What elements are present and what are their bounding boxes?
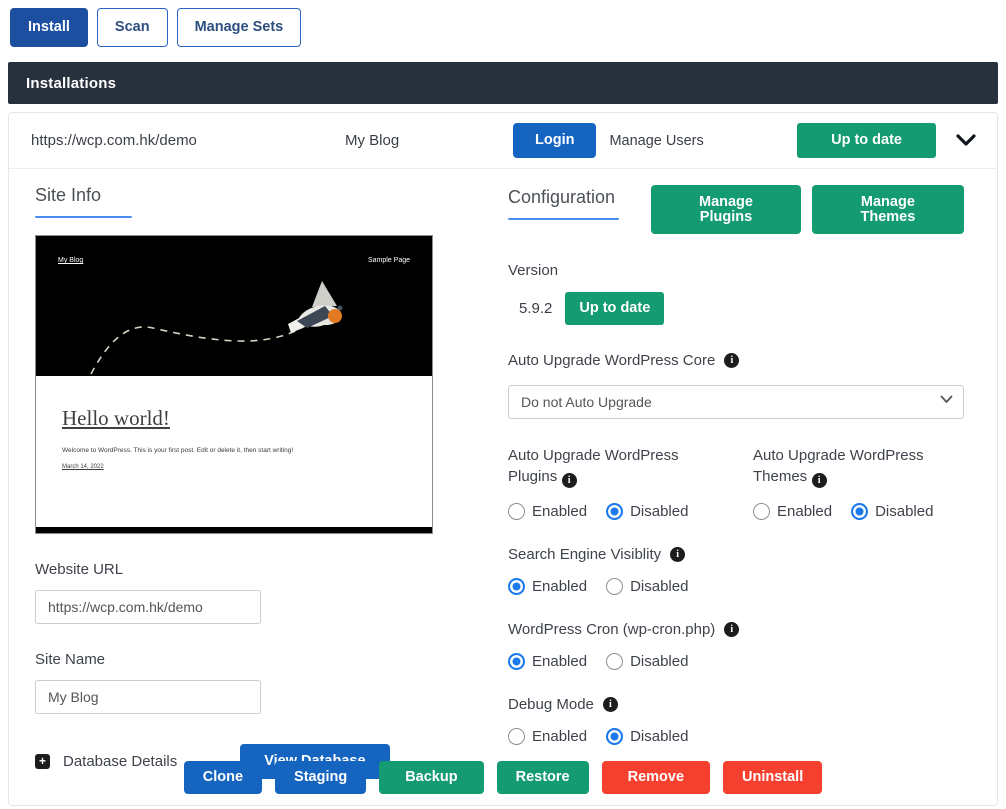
site-name-input[interactable]	[35, 680, 261, 714]
info-icon[interactable]: i	[562, 473, 577, 488]
site-info-panel: Site Info My Blog Sample Page	[9, 169, 508, 779]
login-button[interactable]: Login	[513, 123, 596, 158]
debug-disabled-option[interactable]: Disabled	[606, 728, 688, 745]
scan-button[interactable]: Scan	[97, 8, 168, 47]
installation-card: https://wcp.com.hk/demo My Blog Login Ma…	[8, 112, 998, 806]
staging-button[interactable]: Staging	[275, 761, 366, 795]
search-engine-enabled-radio[interactable]	[508, 578, 525, 595]
preview-post-date: March 14, 2022	[62, 464, 104, 470]
auto-upgrade-groups: Auto Upgrade WordPress Plugins i Enabled…	[508, 445, 964, 520]
version-label: Version	[508, 262, 964, 279]
auto-upgrade-core-label: Auto Upgrade WordPress Core	[508, 352, 715, 369]
site-info-title: Site Info	[35, 185, 508, 206]
preview-site-title-link: My Blog	[58, 257, 83, 264]
installation-site-name: My Blog	[345, 132, 513, 149]
debug-disabled-radio[interactable]	[606, 728, 623, 745]
chevron-down-icon[interactable]	[955, 133, 977, 148]
themes-enabled-option[interactable]: Enabled	[753, 503, 832, 520]
version-row: 5.9.2 Up to date	[508, 292, 964, 325]
installations-title: Installations	[26, 75, 116, 92]
manage-plugins-button[interactable]: Manage Plugins	[651, 185, 801, 234]
plugins-enabled-radio[interactable]	[508, 503, 525, 520]
plugins-disabled-radio[interactable]	[606, 503, 623, 520]
installation-row: https://wcp.com.hk/demo My Blog Login Ma…	[9, 113, 997, 169]
debug-mode-label: Debug Mode	[508, 696, 594, 713]
search-engine-disabled-option[interactable]: Disabled	[606, 578, 688, 595]
auto-upgrade-core-select[interactable]: Do not Auto Upgrade	[508, 385, 964, 419]
cron-label: WordPress Cron (wp-cron.php)	[508, 621, 715, 638]
auto-upgrade-plugins-label: Auto Upgrade WordPress Plugins	[508, 447, 679, 485]
auto-upgrade-plugins-group: Auto Upgrade WordPress Plugins i Enabled…	[508, 445, 753, 520]
plugins-disabled-option[interactable]: Disabled	[606, 503, 688, 520]
configuration-panel: Configuration Manage Plugins Manage Them…	[508, 169, 997, 779]
info-icon[interactable]: i	[603, 697, 618, 712]
installations-bar: Installations	[8, 62, 998, 104]
configuration-title: Configuration	[508, 187, 651, 208]
manage-users-link[interactable]: Manage Users	[609, 133, 703, 149]
cron-disabled-option[interactable]: Disabled	[606, 653, 688, 670]
preview-post-title: Hello world!	[62, 406, 406, 431]
status-up-to-date-button[interactable]: Up to date	[797, 123, 936, 158]
cron-enabled-radio[interactable]	[508, 653, 525, 670]
info-icon[interactable]: i	[724, 353, 739, 368]
backup-button[interactable]: Backup	[379, 761, 483, 795]
version-status-button[interactable]: Up to date	[565, 292, 664, 325]
website-url-input[interactable]	[35, 590, 261, 624]
auto-upgrade-core-heading: Auto Upgrade WordPress Core i	[508, 352, 964, 369]
info-icon[interactable]: i	[670, 547, 685, 562]
themes-enabled-radio[interactable]	[753, 503, 770, 520]
restore-button[interactable]: Restore	[497, 761, 589, 795]
preview-header: My Blog Sample Page	[36, 236, 432, 376]
remove-button[interactable]: Remove	[602, 761, 710, 795]
site-name-label: Site Name	[35, 651, 508, 668]
info-icon[interactable]: i	[812, 473, 827, 488]
search-engine-group: Search Engine Visiblity i Enabled Disabl…	[508, 546, 964, 595]
themes-disabled-radio[interactable]	[851, 503, 868, 520]
preview-footer	[36, 527, 432, 533]
site-preview-thumbnail[interactable]: My Blog Sample Page Hello world! Welcome…	[35, 235, 433, 534]
configuration-title-wrap: Configuration	[508, 185, 651, 220]
auto-upgrade-core-select-wrap: Do not Auto Upgrade	[508, 385, 964, 419]
themes-disabled-option[interactable]: Disabled	[851, 503, 933, 520]
cron-group: WordPress Cron (wp-cron.php) i Enabled D…	[508, 621, 964, 670]
search-engine-label: Search Engine Visiblity	[508, 546, 661, 563]
website-url-label: Website URL	[35, 561, 508, 578]
card-body: Site Info My Blog Sample Page	[9, 169, 997, 779]
search-engine-enabled-option[interactable]: Enabled	[508, 578, 587, 595]
clone-button[interactable]: Clone	[184, 761, 262, 795]
configuration-underline	[508, 218, 619, 220]
preview-nav-link: Sample Page	[368, 257, 410, 264]
action-buttons-row: Clone Staging Backup Restore Remove Unin…	[9, 761, 997, 795]
search-engine-disabled-radio[interactable]	[606, 578, 623, 595]
cron-disabled-radio[interactable]	[606, 653, 623, 670]
install-button[interactable]: Install	[10, 8, 88, 47]
plugins-enabled-option[interactable]: Enabled	[508, 503, 587, 520]
version-value: 5.9.2	[519, 300, 552, 317]
cron-enabled-option[interactable]: Enabled	[508, 653, 587, 670]
site-info-underline	[35, 216, 132, 218]
preview-body: Hello world! Welcome to WordPress. This …	[36, 376, 432, 473]
auto-upgrade-themes-label: Auto Upgrade WordPress Themes	[753, 447, 924, 485]
configuration-header: Configuration Manage Plugins Manage Them…	[508, 185, 964, 234]
preview-post-excerpt: Welcome to WordPress. This is your first…	[62, 447, 406, 454]
debug-enabled-radio[interactable]	[508, 728, 525, 745]
installation-url: https://wcp.com.hk/demo	[23, 132, 345, 149]
uninstall-button[interactable]: Uninstall	[723, 761, 822, 795]
debug-group: Debug Mode i Enabled Disabled	[508, 696, 964, 745]
info-icon[interactable]: i	[724, 622, 739, 637]
auto-upgrade-themes-group: Auto Upgrade WordPress Themes i Enabled …	[753, 445, 964, 520]
debug-enabled-option[interactable]: Enabled	[508, 728, 587, 745]
manage-sets-button[interactable]: Manage Sets	[177, 8, 302, 47]
top-toolbar: Install Scan Manage Sets	[0, 0, 1006, 47]
manage-themes-button[interactable]: Manage Themes	[812, 185, 964, 234]
